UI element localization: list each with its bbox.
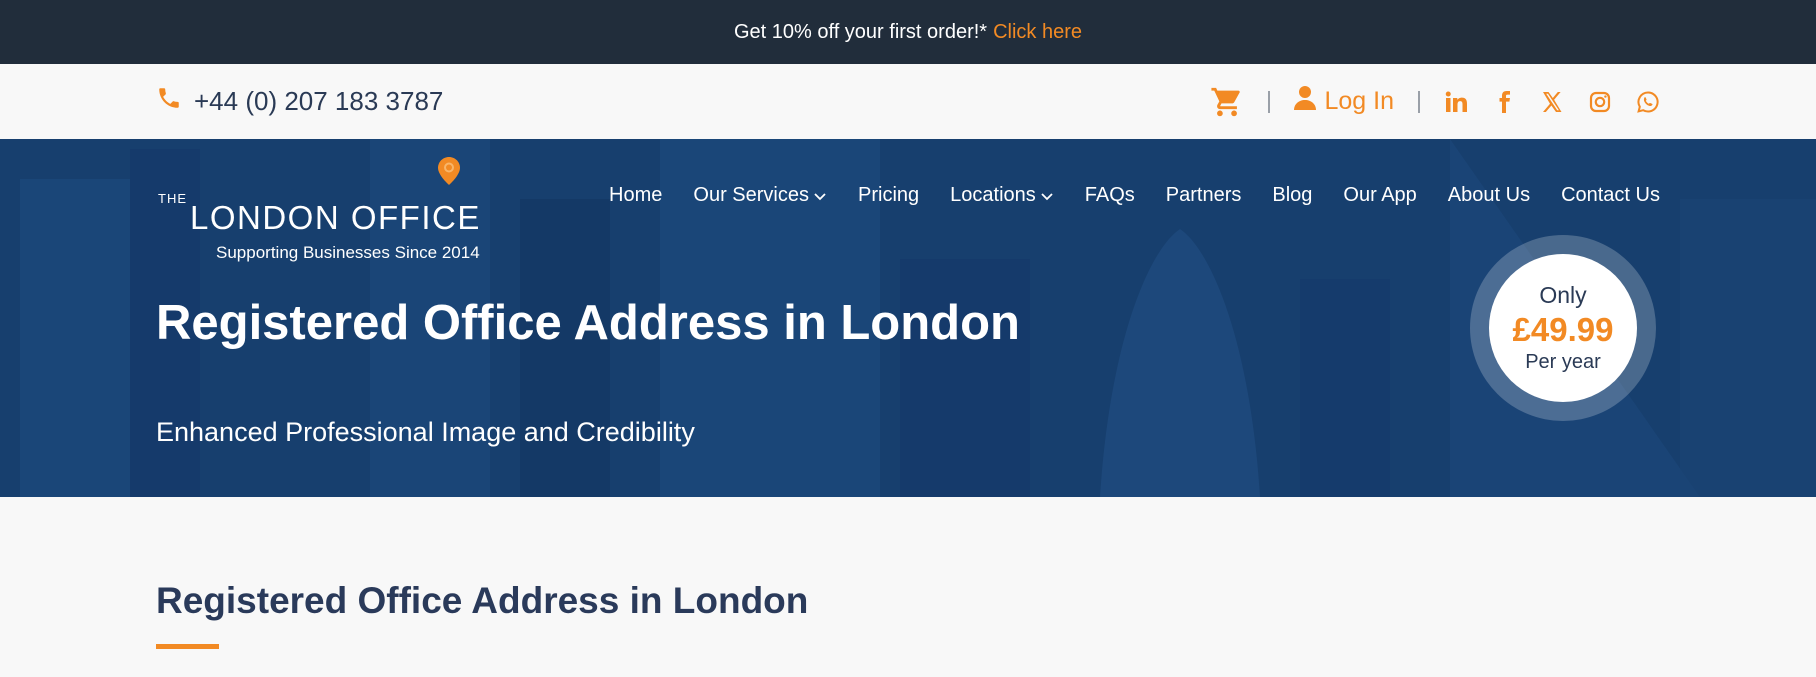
- site-logo[interactable]: THE LONDON OFFICE Supporting Businesses …: [156, 157, 506, 262]
- x-icon[interactable]: [1540, 90, 1564, 114]
- nav-our-app[interactable]: Our App: [1343, 184, 1416, 207]
- logo-name: LONDON OFFICE: [190, 199, 481, 236]
- chevron-down-icon: [813, 189, 827, 203]
- social-links: [1444, 90, 1660, 114]
- hero-title: Registered Office Address in London: [156, 296, 1020, 350]
- price-amount: £49.99: [1512, 311, 1614, 348]
- divider: [1418, 90, 1420, 113]
- section-underline: [156, 644, 219, 649]
- location-pin-icon: [438, 157, 460, 185]
- nav-home[interactable]: Home: [609, 184, 662, 207]
- nav-partners[interactable]: Partners: [1166, 184, 1242, 207]
- promo-bar: Get 10% off your first order!* Click her…: [0, 0, 1816, 64]
- facebook-icon[interactable]: [1492, 90, 1516, 114]
- user-icon: [1294, 86, 1317, 117]
- top-bar: +44 (0) 207 183 3787 Log In: [0, 64, 1816, 139]
- logo-tagline: Supporting Businesses Since 2014: [216, 243, 480, 262]
- cart-icon[interactable]: [1210, 85, 1244, 119]
- section-title: Registered Office Address in London: [156, 580, 809, 621]
- phone-icon: [156, 85, 182, 118]
- phone-number: +44 (0) 207 183 3787: [194, 86, 444, 116]
- login-link[interactable]: Log In: [1294, 86, 1394, 117]
- chevron-down-icon: [1040, 189, 1054, 203]
- price-badge-inner: Only £49.99 Per year: [1489, 254, 1637, 402]
- linkedin-icon[interactable]: [1444, 90, 1468, 114]
- login-label: Log In: [1324, 87, 1394, 115]
- phone-contact[interactable]: +44 (0) 207 183 3787: [156, 64, 443, 139]
- divider: [1268, 90, 1271, 113]
- whatsapp-icon[interactable]: [1636, 90, 1660, 114]
- price-badge: Only £49.99 Per year: [1470, 235, 1656, 421]
- price-prefix: Only: [1539, 282, 1587, 308]
- instagram-icon[interactable]: [1588, 90, 1612, 114]
- nav-pricing[interactable]: Pricing: [858, 184, 919, 207]
- promo-link[interactable]: Click here: [993, 21, 1082, 44]
- price-period: Per year: [1525, 351, 1601, 373]
- hero-subtitle: Enhanced Professional Image and Credibil…: [156, 417, 695, 447]
- logo-the: THE: [158, 191, 187, 206]
- nav-our-services[interactable]: Our Services: [693, 184, 827, 207]
- nav-locations[interactable]: Locations: [950, 184, 1054, 207]
- promo-text: Get 10% off your first order!*: [734, 20, 988, 43]
- main-nav: Home Our Services Pricing Locations FAQs…: [609, 184, 1660, 207]
- nav-blog[interactable]: Blog: [1272, 184, 1312, 207]
- top-right-actions: Log In: [1210, 64, 1660, 139]
- nav-about-us[interactable]: About Us: [1448, 184, 1530, 207]
- hero-banner: THE LONDON OFFICE Supporting Businesses …: [0, 139, 1816, 497]
- nav-faqs[interactable]: FAQs: [1085, 184, 1135, 207]
- nav-contact-us[interactable]: Contact Us: [1561, 184, 1660, 207]
